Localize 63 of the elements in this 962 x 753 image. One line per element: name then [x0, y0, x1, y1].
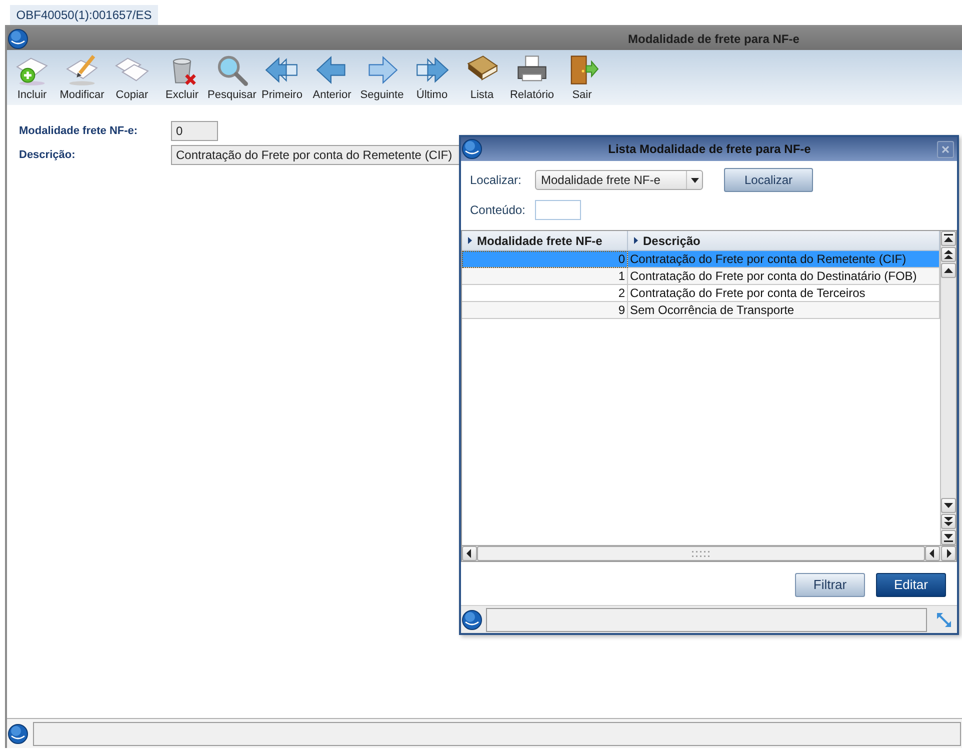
toolbar-button[interactable]: Incluir	[7, 53, 57, 102]
dropdown[interactable]: Modalidade frete NF-e	[535, 170, 703, 190]
caret-right-icon	[468, 237, 472, 244]
table-row[interactable]: 0 Contratação do Frete por conta do Remetente (CIF)	[462, 251, 940, 268]
logo-icon	[8, 28, 28, 48]
scroll-left-button[interactable]	[925, 546, 940, 561]
logo-icon	[462, 139, 482, 159]
document-pencil-icon	[65, 53, 99, 87]
table-row[interactable]: 2 Contratação do Frete por conta de Terceiros	[462, 285, 940, 302]
caret-right-icon	[634, 237, 638, 244]
input-field[interactable]	[535, 200, 581, 220]
tab[interactable]: OBF40050(1):001657/ES	[10, 5, 158, 25]
bar-up-arrow-icon	[944, 234, 953, 243]
toolbar-button[interactable]: Pesquisar	[207, 53, 257, 102]
caret-icon	[690, 178, 698, 182]
table-cell: 9	[462, 302, 628, 319]
right-arrow-icon	[944, 549, 953, 558]
scroll-right-button[interactable]	[941, 546, 956, 561]
toolbar-button[interactable]: Modificar	[57, 53, 107, 102]
page-down-button[interactable]	[941, 514, 956, 529]
window-title: Modalidade de frete para NF-e	[628, 30, 800, 48]
dialog-title: Lista Modalidade de frete para NF-e	[607, 141, 812, 158]
scroll-up-button[interactable]	[941, 263, 956, 278]
toolbar-button[interactable]: Copiar	[107, 53, 157, 102]
toolbar-button[interactable]: Último	[407, 53, 457, 102]
column-header[interactable]: Descrição	[628, 231, 940, 251]
double-up-arrow-icon	[944, 250, 953, 259]
toolbar-button[interactable]: Relatório	[507, 53, 557, 102]
bar-down-arrow-icon	[944, 533, 953, 542]
scroll-bottom-button[interactable]	[941, 530, 956, 545]
scroll-down-button[interactable]	[941, 498, 956, 513]
up-arrow-icon	[944, 266, 953, 275]
toolbar-button[interactable]: Excluir	[157, 53, 207, 102]
search-label: Localizar:	[470, 172, 522, 189]
down-arrow-icon	[944, 501, 953, 510]
table-row[interactable]: 9 Sem Ocorrência de Transporte	[462, 302, 940, 319]
toolbar-button[interactable]: Lista	[457, 53, 507, 102]
column-header[interactable]: Modalidade frete NF-e	[462, 231, 628, 251]
search-icon	[215, 53, 249, 87]
dialog-button[interactable]: Filtrar	[795, 573, 865, 597]
left-arrow-icon	[465, 549, 474, 558]
content-label: Conteúdo:	[470, 202, 526, 219]
scroll-left-button[interactable]	[462, 546, 477, 561]
resize-icon[interactable]	[937, 612, 951, 626]
input-field[interactable]: 0	[171, 121, 218, 141]
search-button[interactable]: Localizar	[724, 168, 813, 192]
toolbar-button[interactable]: Primeiro	[257, 53, 307, 102]
left-arrow-icon	[928, 549, 937, 558]
input-field[interactable]: Contratação do Frete por conta do Remetente (CIF)	[171, 145, 459, 165]
close-button[interactable]	[937, 140, 954, 158]
double-down-arrow-icon	[944, 517, 953, 526]
scroll-top-button[interactable]	[941, 231, 956, 246]
toolbar-button[interactable]: Seguinte	[357, 53, 407, 102]
toolbar-button[interactable]: Sair	[557, 53, 607, 102]
dialog-button[interactable]: Editar	[876, 573, 946, 597]
toolbar-button[interactable]: Anterior	[307, 53, 357, 102]
logo-icon	[462, 610, 482, 630]
table-row[interactable]: 1 Contratação do Frete por conta do Destinatário (FOB)	[462, 268, 940, 285]
field-label: Modalidade frete NF-e:	[19, 124, 139, 139]
close-icon	[942, 146, 949, 152]
page-up-button[interactable]	[941, 247, 956, 262]
field-label: Descrição:	[19, 148, 76, 163]
table-cell: Sem Ocorrência de Transporte	[628, 302, 940, 319]
